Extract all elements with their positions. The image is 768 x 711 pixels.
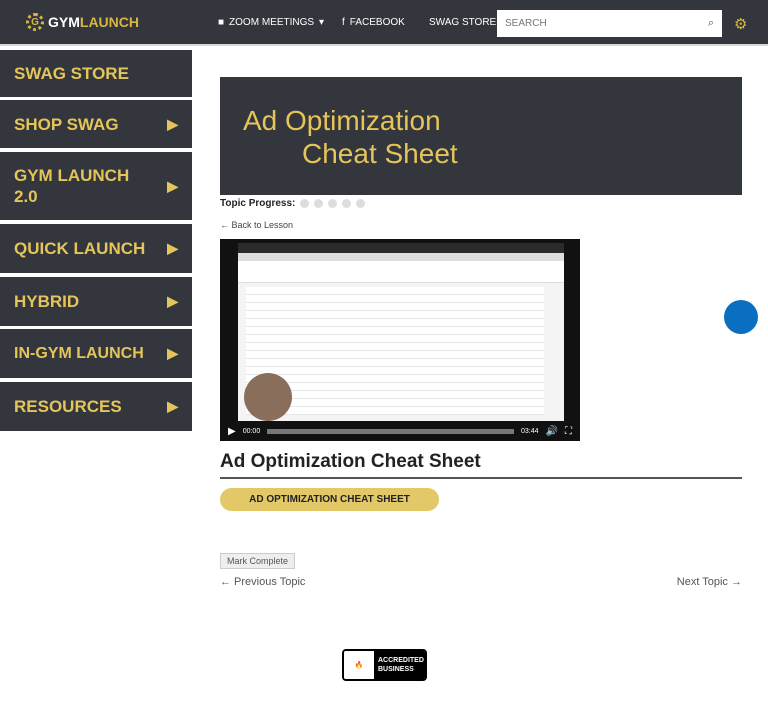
- chevron-right-icon: ▶: [167, 240, 178, 256]
- presenter-webcam: [244, 373, 292, 421]
- play-icon[interactable]: ▶: [228, 426, 236, 437]
- video-controls: ▶ 00:00 03:44 🔊 ⛶: [220, 421, 580, 441]
- chevron-right-icon: ▶: [167, 177, 178, 194]
- sidebar-item-gym-launch-2[interactable]: GYM LAUNCH 2.0 ▶: [0, 152, 192, 220]
- nav-label: SWAG STORE: [429, 17, 497, 28]
- search-box: ⌕: [497, 10, 722, 37]
- sidebar-label: SHOP SWAG: [14, 114, 119, 134]
- progress-dot: [300, 199, 310, 208]
- bbb-text: ACCREDITED BUSINESS: [374, 651, 425, 679]
- banner-line-2: Cheat Sheet: [302, 138, 458, 169]
- caret-down-icon: ▾: [319, 17, 325, 28]
- back-to-lesson-link[interactable]: ← Back to Lesson: [220, 220, 293, 230]
- video-player[interactable]: ▶ 00:00 03:44 🔊 ⛶: [220, 239, 580, 441]
- sidebar-item-swag-store[interactable]: SWAG STORE: [0, 50, 192, 97]
- settings-gear-icon[interactable]: ⚙: [734, 15, 747, 33]
- mark-complete-button[interactable]: Mark Complete: [220, 553, 296, 569]
- sidebar-label: SWAG STORE: [14, 64, 129, 83]
- sidebar-item-quick-launch[interactable]: QUICK LAUNCH ▶: [0, 224, 192, 273]
- sidebar-label: GYM LAUNCH 2.0: [14, 166, 130, 206]
- seek-bar[interactable]: [267, 428, 515, 434]
- nav-facebook[interactable]: f FACEBOOK: [342, 17, 405, 28]
- chevron-right-icon: ▶: [167, 345, 178, 361]
- progress-dot: [314, 199, 324, 208]
- sidebar-item-in-gym-launch[interactable]: IN-GYM LAUNCH ▶: [0, 329, 192, 378]
- gear-logo-icon: G: [26, 13, 44, 31]
- progress-label: Topic Progress:: [220, 198, 296, 209]
- sidebar-item-hybrid[interactable]: HYBRID ▶: [0, 277, 192, 326]
- logo-text-gym: GYM: [48, 14, 80, 30]
- sidebar-item-resources[interactable]: RESOURCES ▶: [0, 382, 192, 431]
- chevron-right-icon: ▶: [167, 293, 178, 309]
- page-title: Ad Optimization Cheat Sheet: [220, 451, 481, 472]
- logo-text-launch: LAUNCH: [79, 14, 139, 30]
- facebook-icon: f: [342, 17, 345, 28]
- nav-label: FACEBOOK: [349, 17, 405, 28]
- video-icon: ■: [218, 17, 225, 28]
- video-frame: [238, 243, 564, 421]
- cheat-sheet-download-button[interactable]: AD OPTIMIZATION CHEAT SHEET: [220, 488, 439, 511]
- sidebar-label: QUICK LAUNCH: [14, 239, 146, 258]
- progress-dot: [356, 199, 366, 208]
- search-icon[interactable]: ⌕: [708, 17, 714, 30]
- next-topic-link[interactable]: Next Topic →: [677, 576, 742, 588]
- chevron-right-icon: ▶: [167, 398, 178, 414]
- progress-dot: [328, 199, 338, 208]
- fullscreen-icon[interactable]: ⛶: [565, 426, 572, 437]
- banner-line-1: Ad Optimization: [243, 105, 441, 136]
- volume-icon[interactable]: 🔊: [546, 426, 558, 437]
- bbb-text-2: BUSINESS: [378, 666, 414, 673]
- duration: 03:44: [521, 427, 539, 435]
- sidebar-item-shop-swag[interactable]: SHOP SWAG ▶: [0, 100, 192, 148]
- nav-swag-store[interactable]: SWAG STORE: [429, 17, 496, 28]
- search-input[interactable]: [505, 18, 708, 29]
- progress-dot: [342, 199, 352, 208]
- bbb-accredited-badge[interactable]: 🔥 ACCREDITED BUSINESS: [342, 649, 427, 681]
- previous-topic-link[interactable]: ← Previous Topic: [220, 576, 305, 588]
- chat-widget-icon[interactable]: [724, 300, 758, 334]
- topic-banner: Ad Optimization Cheat Sheet: [220, 77, 742, 195]
- current-time: 00:00: [242, 427, 261, 435]
- nav-label: ZOOM MEETINGS: [229, 17, 315, 28]
- nav-zoom-meetings[interactable]: ■ ZOOM MEETINGS ▾: [218, 17, 324, 28]
- top-header: G GYM LAUNCH ■ ZOOM MEETINGS ▾ f FACEBOOK SW…: [0, 0, 768, 46]
- gymlaunch-logo[interactable]: G GYM LAUNCH: [26, 13, 139, 31]
- sidebar-label: HYBRID: [14, 292, 80, 311]
- sidebar-label: IN-GYM LAUNCH: [14, 345, 144, 362]
- sidebar-label: RESOURCES: [14, 397, 122, 416]
- chevron-right-icon: ▶: [167, 115, 178, 132]
- divider: [220, 477, 742, 479]
- bbb-text-1: ACCREDITED: [378, 657, 424, 664]
- topic-progress: Topic Progress:: [220, 198, 366, 209]
- bbb-torch-icon: 🔥: [344, 651, 374, 679]
